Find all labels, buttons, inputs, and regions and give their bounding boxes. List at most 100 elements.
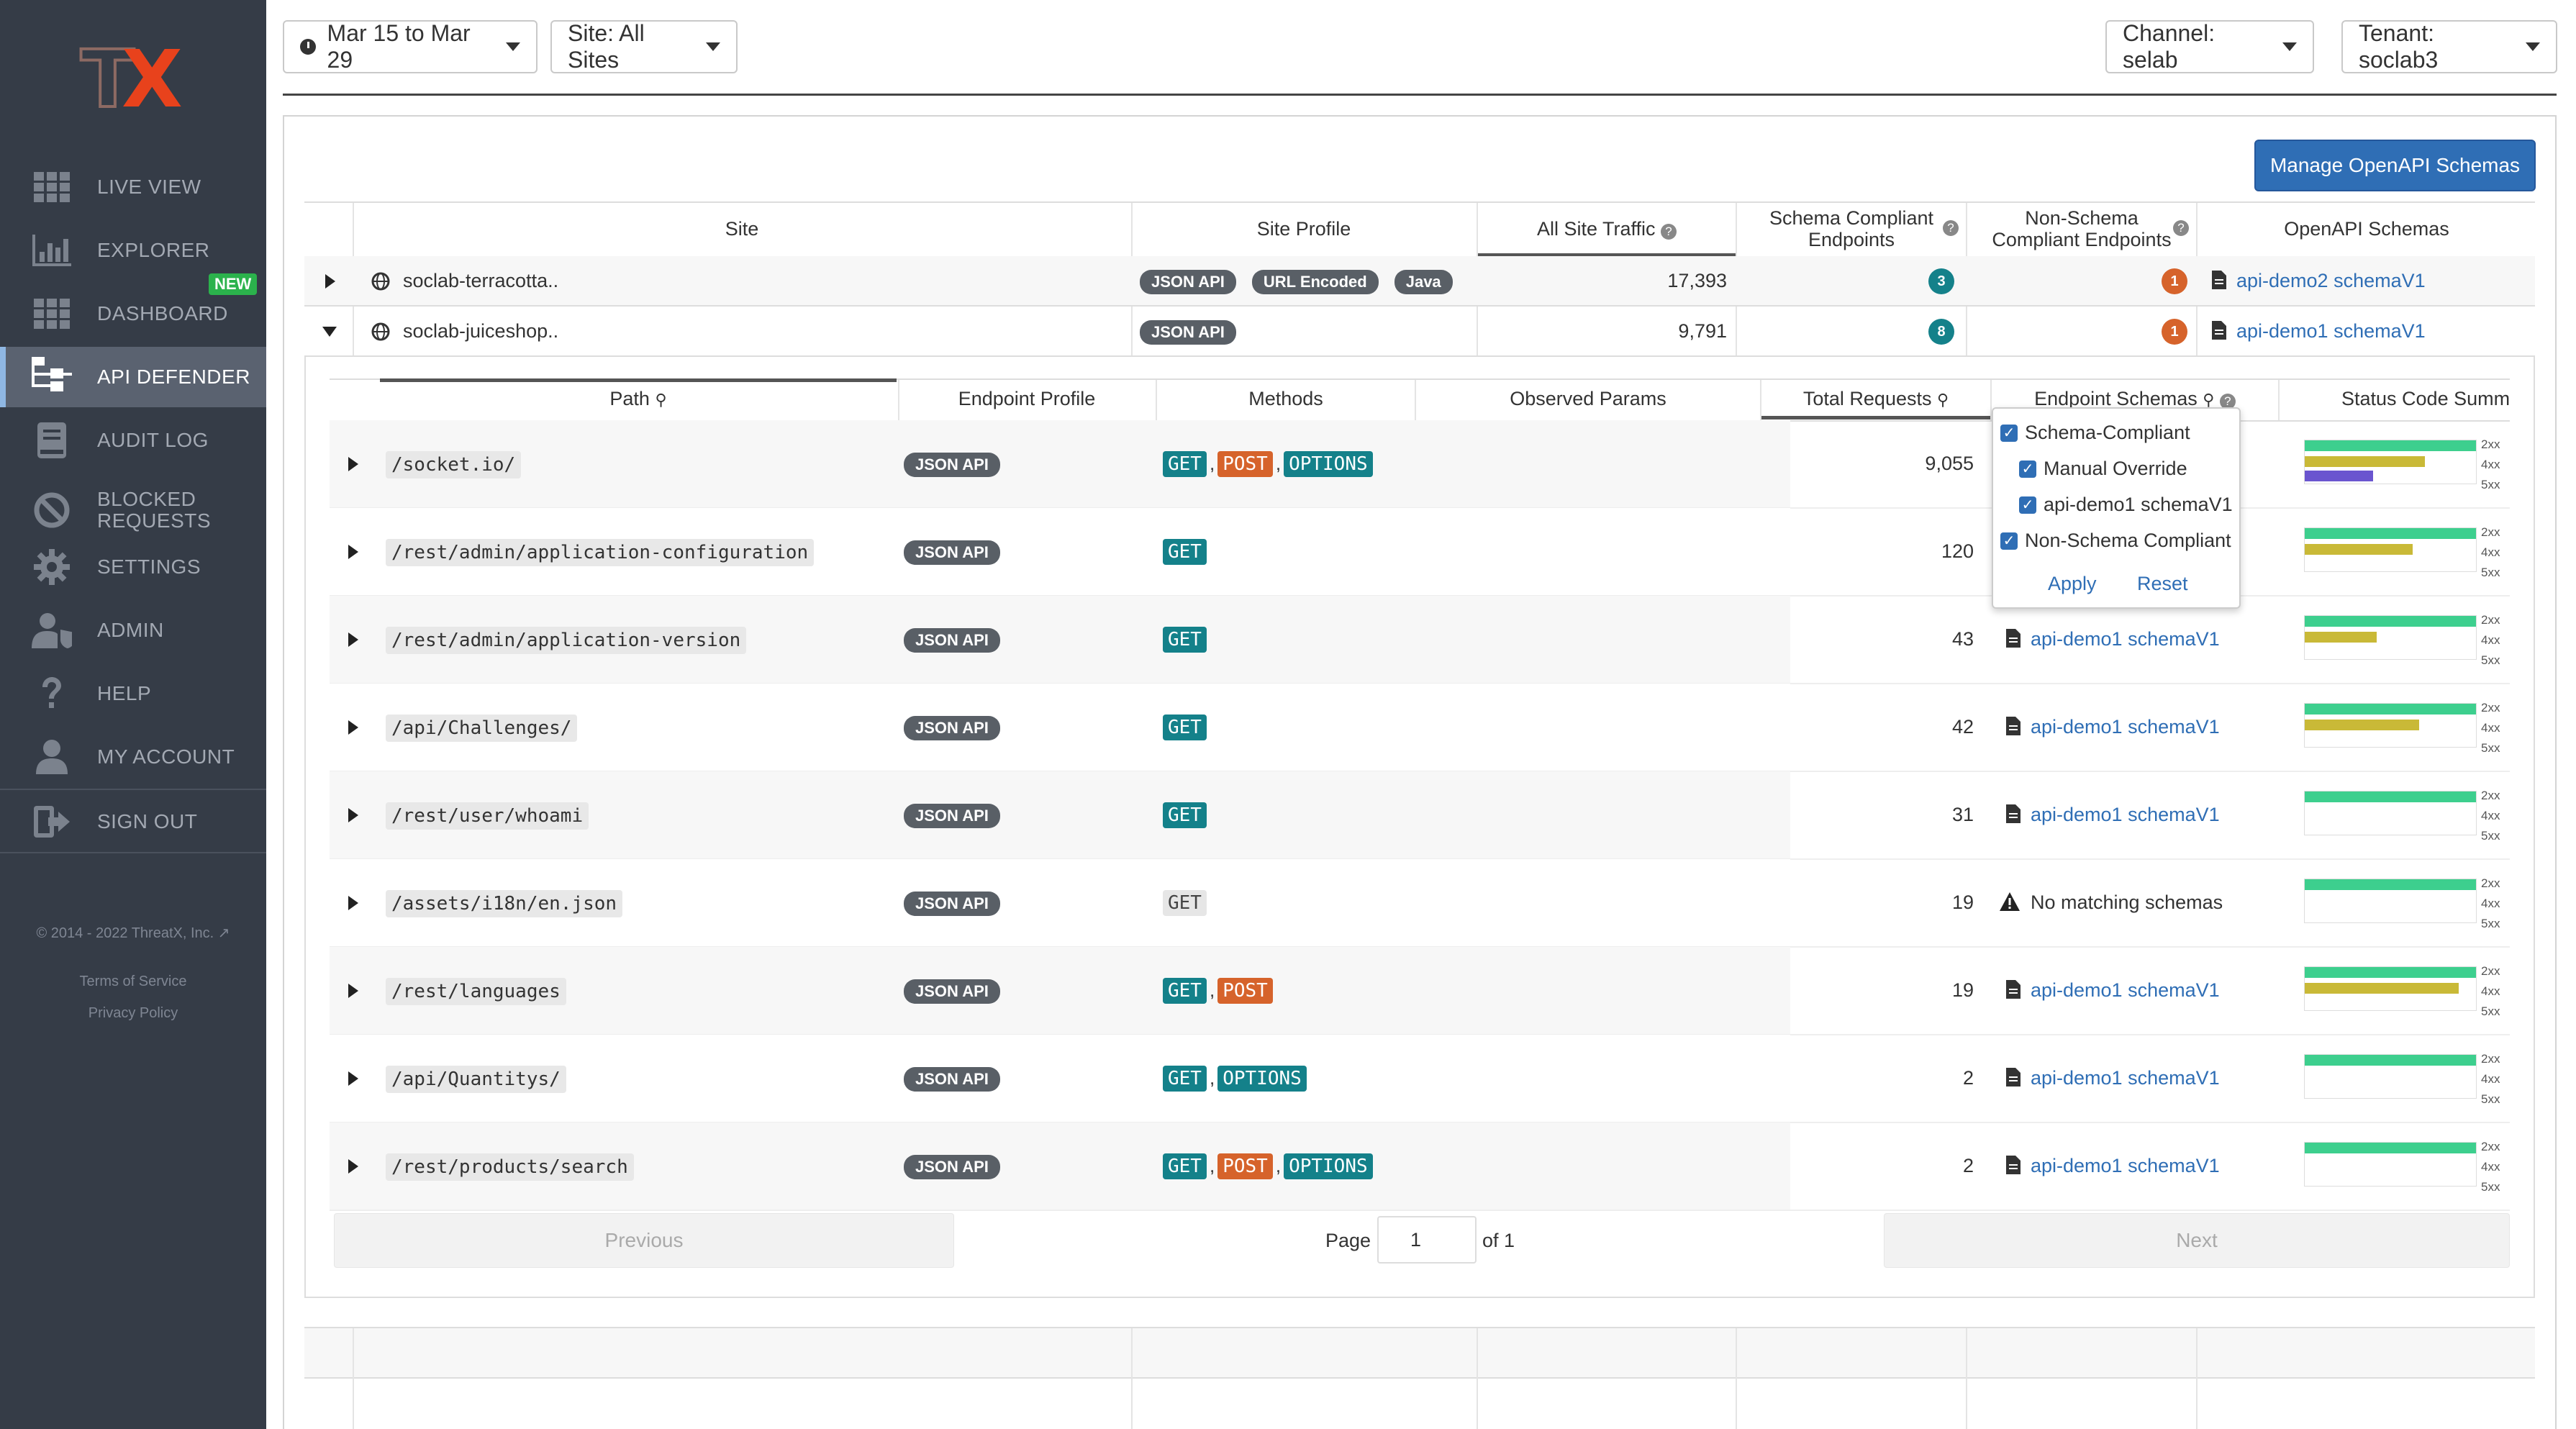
schema-link[interactable]: api-demo1 schemaV1 [2236, 320, 2426, 342]
filter-option-non-schema-compliant[interactable]: ✓ Non-Schema Compliant [2000, 530, 2231, 552]
endpoint-path[interactable]: /socket.io/ [386, 451, 522, 478]
help-icon[interactable]: ? [1943, 220, 1959, 236]
filter-option-api-demo1[interactable]: ✓ api-demo1 schemaV1 [2019, 494, 2233, 516]
help-icon[interactable]: ? [1661, 224, 1677, 240]
column-header-all-site-traffic[interactable]: All Site Traffic ? [1478, 218, 1736, 240]
endpoint-schema-link[interactable]: api-demo1 schemaV1 [2031, 1155, 2220, 1177]
endpoint-schema-link[interactable]: api-demo1 schemaV1 [2031, 628, 2220, 650]
method-badge: OPTIONS [1217, 1066, 1307, 1092]
bar-5xx [2305, 471, 2374, 481]
expand-arrow-icon[interactable] [348, 720, 358, 735]
endpoint-path[interactable]: /assets/i18n/en.json [386, 890, 623, 917]
column-header-status-code-summary[interactable]: Status Code Summ [2280, 388, 2510, 409]
endpoint-path[interactable]: /rest/admin/application-version [386, 627, 747, 654]
nav-live-view[interactable]: LIVE VIEW [0, 157, 266, 217]
filter-option-label: Non-Schema Compliant [2025, 530, 2231, 551]
endpoint-schema-link[interactable]: api-demo1 schemaV1 [2031, 804, 2220, 826]
collapse-arrow-icon[interactable] [322, 327, 337, 337]
site-name[interactable]: soclab-terracotta.. [403, 270, 558, 292]
column-header-observed-params[interactable]: Observed Params [1416, 388, 1760, 409]
previous-page-button[interactable]: Previous [334, 1213, 954, 1268]
endpoint-path[interactable]: /rest/user/whoami [386, 802, 589, 830]
expand-arrow-icon[interactable] [348, 457, 358, 471]
expand-arrow-icon[interactable] [348, 808, 358, 822]
bar-2xx [2305, 1055, 2476, 1066]
endpoint-path[interactable]: /api/Challenges/ [386, 714, 578, 742]
bar-2xx [2305, 879, 2476, 890]
legend-5xx: 5xx [2481, 566, 2500, 579]
column-header-endpoint-profile[interactable]: Endpoint Profile [898, 388, 1156, 409]
column-header-path[interactable]: Path ⚲ [380, 388, 897, 411]
checkbox-checked-icon[interactable]: ✓ [2000, 532, 2018, 550]
expand-arrow-icon[interactable] [348, 984, 358, 998]
channel-dropdown[interactable]: Channel: selab [2105, 20, 2314, 73]
endpoint-schemas-filter-dropdown: ✓ Schema-Compliant ✓ Manual Override ✓ api-… [1992, 407, 2241, 609]
nav-help[interactable]: HELP [0, 663, 266, 724]
search-icon[interactable]: ⚲ [655, 391, 666, 409]
terms-link[interactable]: Terms of Service [0, 974, 266, 990]
nav-settings[interactable]: SETTINGS [0, 537, 266, 597]
schema-link[interactable]: api-demo2 schemaV1 [2236, 270, 2426, 292]
filter-reset-button[interactable]: Reset [2137, 573, 2188, 595]
endpoint-path[interactable]: /rest/products/search [386, 1153, 634, 1181]
endpoint-path[interactable]: /rest/languages [386, 978, 566, 1005]
status-code-bars [2304, 703, 2477, 748]
column-header-methods[interactable]: Methods [1157, 388, 1415, 409]
site-name[interactable]: soclab-juiceshop.. [403, 320, 558, 342]
nav-api-defender[interactable]: API DEFENDER [0, 347, 266, 407]
expand-arrow-icon[interactable] [348, 545, 358, 559]
endpoint-path[interactable]: /api/Quantitys/ [386, 1066, 566, 1093]
expand-arrow-icon[interactable] [348, 1071, 358, 1086]
help-icon[interactable]: ? [2173, 220, 2189, 236]
search-icon[interactable]: ⚲ [1937, 391, 1949, 409]
column-header-openapi-schemas[interactable]: OpenAPI Schemas [2198, 218, 2536, 240]
next-page-button[interactable]: Next [1884, 1213, 2510, 1268]
threatx-logo[interactable]: TX [79, 38, 183, 120]
column-header-total-requests[interactable]: Total Requests ⚲ [1761, 388, 1990, 411]
site-dropdown[interactable]: Site: All Sites [550, 20, 738, 73]
nav-label: BLOCKED REQUESTS [97, 488, 212, 532]
nav-label: API DEFENDER [97, 366, 250, 388]
column-header-schema-compliant[interactable]: Schema Compliant ? Endpoints [1737, 207, 1966, 250]
copyright: © 2014 - 2022 ThreatX, Inc. ↗ [36, 925, 230, 941]
nav-admin[interactable]: ADMIN [0, 600, 266, 661]
endpoint-schema-link[interactable]: api-demo1 schemaV1 [2031, 716, 2220, 738]
privacy-link[interactable]: Privacy Policy [0, 1005, 266, 1022]
filter-option-schema-compliant[interactable]: ✓ Schema-Compliant [2000, 422, 2190, 444]
expand-arrow-icon[interactable] [348, 632, 358, 647]
endpoint-schema-link[interactable]: api-demo1 schemaV1 [2031, 1067, 2220, 1089]
expand-arrow-icon[interactable] [348, 1159, 358, 1174]
profile-pill: JSON API [1140, 270, 1236, 294]
total-requests: 43 [1951, 628, 1974, 650]
table-row[interactable] [330, 420, 1790, 508]
column-divider [1477, 1328, 1478, 1429]
nav-sign-out[interactable]: SIGN OUT [0, 791, 266, 852]
checkbox-checked-icon[interactable]: ✓ [2000, 424, 2018, 442]
nav-blocked-requests[interactable]: BLOCKED REQUESTS [0, 478, 266, 543]
clock-icon [300, 39, 316, 55]
expand-arrow-icon[interactable] [325, 274, 335, 289]
date-range-dropdown[interactable]: Mar 15 to Mar 29 [283, 20, 538, 73]
methods-list: GET [1163, 714, 1207, 740]
manage-openapi-schemas-button[interactable]: Manage OpenAPI Schemas [2254, 140, 2536, 191]
page-number-input[interactable]: 1 [1377, 1216, 1477, 1264]
bar-4xx [2305, 456, 2425, 467]
search-icon[interactable]: ⚲ [2203, 391, 2214, 409]
profile-pill: URL Encoded [1251, 270, 1379, 294]
nav-audit-log[interactable]: AUDIT LOG [0, 410, 266, 471]
endpoint-path[interactable]: /rest/admin/application-configuration [386, 539, 815, 566]
checkbox-checked-icon[interactable]: ✓ [2019, 496, 2036, 514]
tenant-dropdown[interactable]: Tenant: soclab3 [2341, 20, 2557, 73]
nav-my-account[interactable]: MY ACCOUNT [0, 727, 266, 787]
expand-arrow-icon[interactable] [348, 896, 358, 910]
checkbox-checked-icon[interactable]: ✓ [2019, 460, 2036, 478]
nav-explorer[interactable]: EXPLORER [0, 220, 266, 281]
column-header-non-schema-compliant[interactable]: Non-Schema ? Compliant Endpoints [1967, 207, 2196, 250]
nav-dashboard[interactable]: DASHBOARD [0, 283, 266, 344]
column-header-site[interactable]: Site [353, 218, 1131, 240]
filter-apply-button[interactable]: Apply [2048, 573, 2097, 595]
endpoint-schema-link[interactable]: api-demo1 schemaV1 [2031, 979, 2220, 1002]
column-header-site-profile[interactable]: Site Profile [1131, 218, 1477, 240]
filter-option-manual-override[interactable]: ✓ Manual Override [2019, 458, 2187, 480]
legend-4xx: 4xx [2481, 721, 2500, 735]
